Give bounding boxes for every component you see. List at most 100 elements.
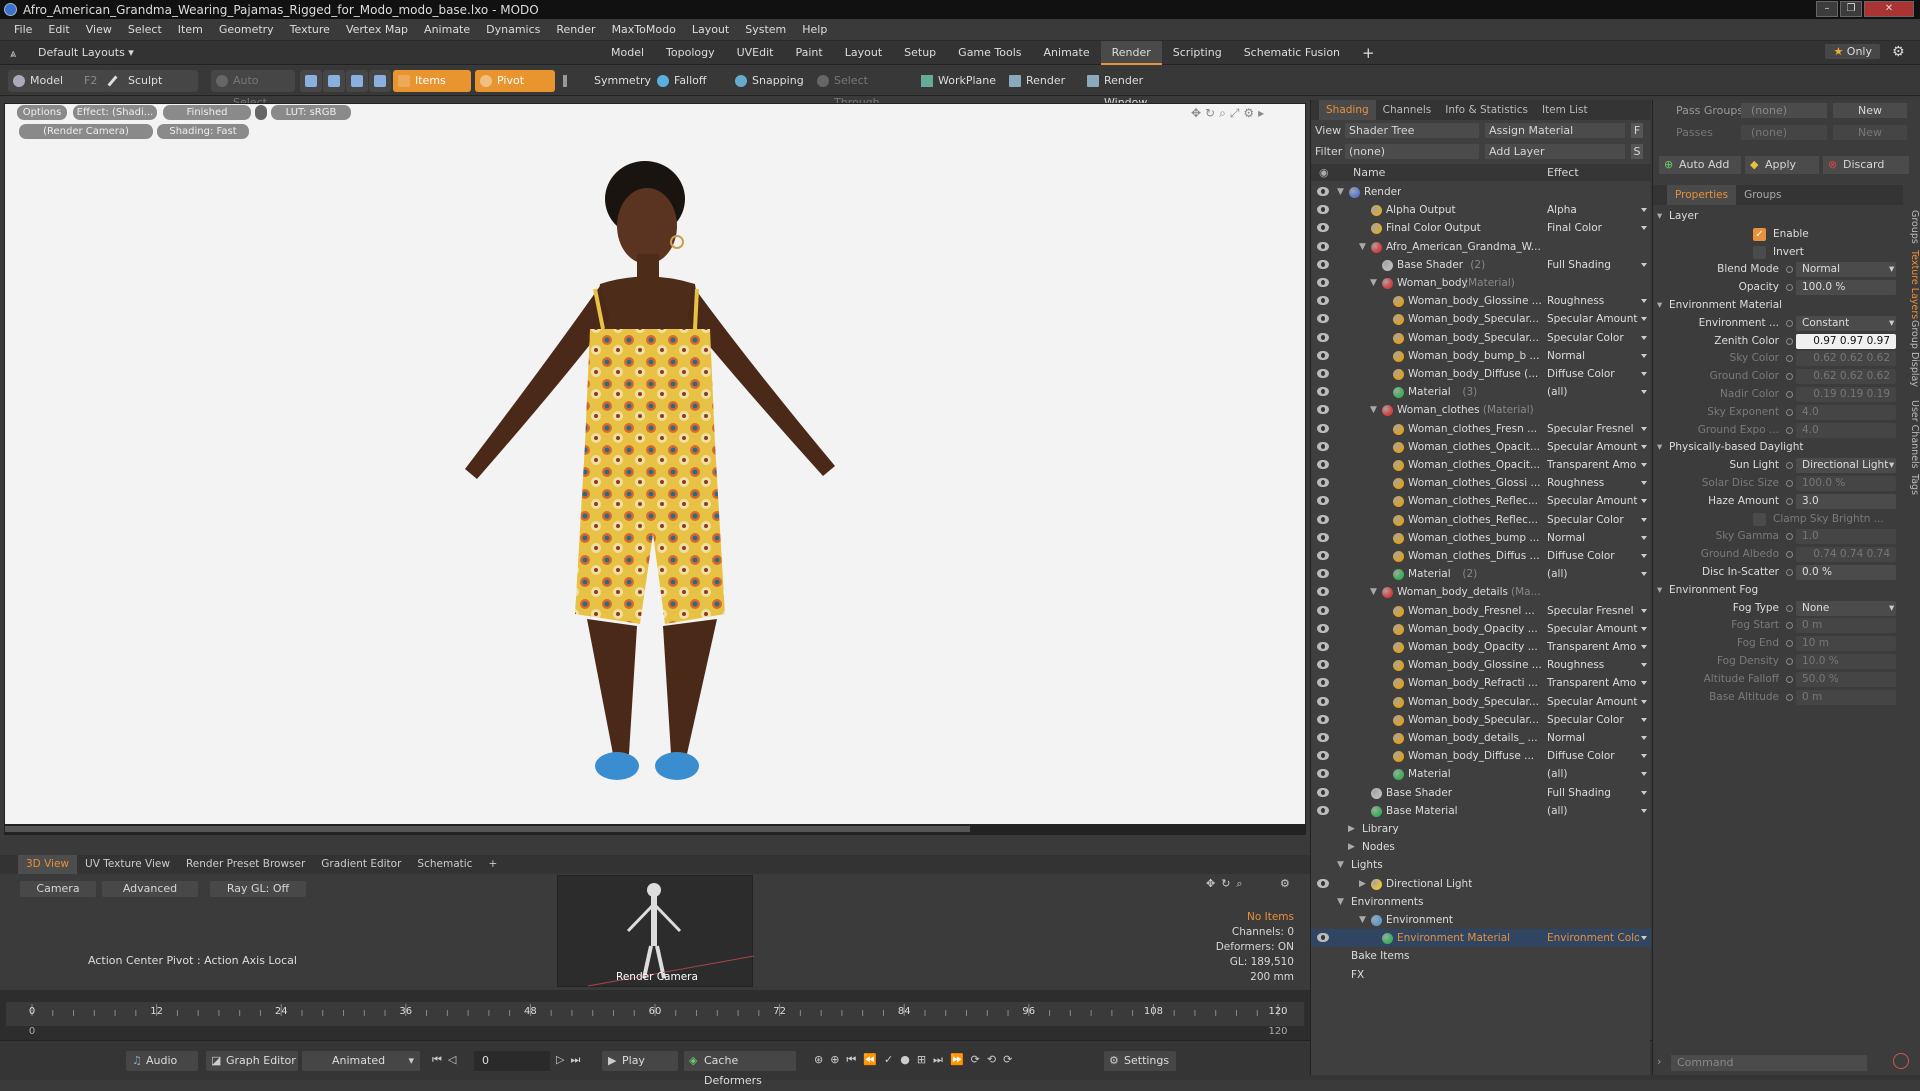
visibility-eye-icon[interactable] (1317, 733, 1329, 742)
auto-add-button[interactable]: ⊕ Auto Add (1659, 156, 1741, 174)
menu-item[interactable]: Animate (416, 23, 478, 36)
tab-paint[interactable]: Paint (785, 41, 834, 65)
shader-tree-row[interactable]: ▼ Render (1311, 183, 1651, 201)
property-value[interactable]: 0.74 0.74 0.74 (1796, 547, 1896, 563)
effect-dropdown-icon[interactable] (1641, 426, 1647, 431)
layer-effect[interactable]: Transparent Amo (1547, 456, 1639, 474)
animate-dot-icon[interactable] (1786, 266, 1793, 274)
effect-dropdown-icon[interactable] (1641, 262, 1647, 267)
property-value[interactable]: Directional Light (1796, 458, 1896, 474)
effect-dropdown-icon[interactable] (1641, 626, 1647, 631)
property-value[interactable]: 0.19 0.19 0.19 (1796, 387, 1896, 402)
assign-material-button[interactable]: Assign Material (1485, 123, 1625, 138)
shader-tree-row[interactable]: ▼ Environment (1311, 911, 1651, 929)
property-value[interactable]: 10.0 % (1796, 654, 1896, 669)
shader-tree-row[interactable]: Woman_body_Opacity ... Transparent Amo (1311, 638, 1651, 656)
select-through-button[interactable]: Select Through (812, 70, 908, 109)
layer-effect[interactable]: Specular Color (1547, 329, 1639, 347)
tab-animate[interactable]: Animate (1033, 41, 1101, 65)
effect-dropdown-icon[interactable] (1641, 717, 1647, 722)
cache-deformers-button[interactable]: ◈ Cache Deformers (684, 1051, 796, 1087)
symmetry-button[interactable]: Symmetry (558, 70, 651, 92)
effect-dropdown-icon[interactable] (1641, 608, 1647, 613)
maximize-button[interactable]: ❐ (1840, 1, 1862, 17)
section-arrow-icon[interactable]: ▾ (1657, 208, 1662, 225)
falloff-button[interactable]: Falloff (652, 70, 724, 92)
shader-tree-row[interactable]: Woman_body_Glossine ... Roughness (1311, 656, 1651, 674)
shader-tree-row[interactable]: Woman_clothes_Opacit... Specular Amount (1311, 438, 1651, 456)
menu-item[interactable]: MaxToModo (604, 23, 684, 36)
effect-dropdown-icon[interactable] (1641, 681, 1647, 686)
shader-tree-row[interactable]: Final Color Output Final Color (1311, 219, 1651, 237)
shader-tree-row[interactable]: Base Material (all) (1311, 802, 1651, 820)
effect-dropdown-icon[interactable] (1641, 517, 1647, 522)
property-row[interactable]: Nadir Color 0.19 0.19 0.19 (1653, 386, 1920, 403)
property-value[interactable]: 0.62 0.62 0.62 (1796, 351, 1896, 367)
command-input[interactable]: Command (1671, 1055, 1867, 1071)
property-value[interactable]: 1.0 (1796, 529, 1896, 545)
add-layer-dropdown[interactable]: Add Layer (1485, 144, 1625, 159)
menu-item[interactable]: File (6, 23, 40, 36)
auto-select-button[interactable]: Auto Select (211, 70, 295, 109)
expand-arrow-icon[interactable]: ▼ (1370, 583, 1377, 601)
layer-effect[interactable]: Environment Color (1547, 929, 1639, 947)
animate-dot-icon[interactable] (1786, 426, 1793, 434)
side-tab[interactable]: Tags (1906, 474, 1920, 495)
viewport-nav-icons[interactable]: ✥↻⌕⤢⚙▸ (1191, 106, 1268, 121)
visibility-eye-icon[interactable] (1317, 441, 1329, 451)
filter-dropdown[interactable]: (none) (1345, 144, 1479, 159)
3d-viewport[interactable]: Options Effect: (Shadi... Finished LUT: … (4, 103, 1306, 835)
property-value[interactable]: 0 m (1796, 689, 1896, 705)
layer-effect[interactable]: (all) (1547, 765, 1639, 783)
property-row[interactable]: Fog Density 10.0 % (1653, 653, 1920, 670)
model-button[interactable]: Model F2 (8, 70, 108, 92)
only-toggle[interactable]: ★ Only (1825, 44, 1880, 59)
animate-dot-icon[interactable] (1786, 391, 1793, 398)
effect-dropdown-icon[interactable] (1641, 535, 1647, 540)
layer-effect[interactable]: Specular Amount (1547, 693, 1639, 711)
layer-effect[interactable]: Full Shading (1547, 256, 1639, 274)
tab-topology[interactable]: Topology (655, 41, 726, 65)
visibility-eye-icon[interactable] (1317, 405, 1329, 415)
property-row[interactable]: Clamp Sky Brightn ... (1653, 511, 1920, 528)
animate-dot-icon[interactable] (1786, 693, 1793, 701)
preview-nav-icons[interactable]: ✥↻⌕ (1206, 877, 1249, 891)
layer-effect[interactable]: Specular Color (1547, 711, 1639, 729)
visibility-eye-icon[interactable] (1317, 350, 1329, 360)
layer-effect[interactable]: Diffuse Color (1547, 365, 1639, 383)
effect-dropdown-icon[interactable] (1641, 499, 1647, 504)
render-button[interactable]: Render (1004, 70, 1068, 92)
property-row[interactable]: Fog End 10 m (1653, 635, 1920, 652)
shader-tree-row[interactable]: Environment Material Environment Color (1311, 929, 1651, 948)
shader-tree-row[interactable]: Woman_body_Refracti ... Transparent Amo (1311, 674, 1651, 692)
tab-render[interactable]: Render (1100, 41, 1162, 65)
gear-icon[interactable]: ⚙ (1892, 44, 1905, 60)
checkbox[interactable]: ✓ (1753, 227, 1766, 241)
visibility-eye-icon[interactable] (1317, 751, 1329, 761)
visibility-eye-icon[interactable] (1317, 787, 1329, 797)
shader-tree-row[interactable]: Woman_body_Opacity ... Specular Amount (1311, 620, 1651, 638)
effect-dropdown-icon[interactable] (1641, 772, 1647, 777)
property-row[interactable]: Solar Disc Size 100.0 % (1653, 475, 1920, 492)
workplane-button[interactable]: WorkPlane (916, 70, 996, 92)
side-tab[interactable]: User Channels (1906, 400, 1920, 469)
expand-arrow-icon[interactable]: ▼ (1359, 238, 1366, 256)
visibility-eye-icon[interactable] (1317, 187, 1329, 196)
bottom-tab[interactable]: Render Preset Browser (178, 855, 313, 874)
timeline[interactable]: 0 12 24 36 48 60 72 84 96 108 120 0 120 (0, 990, 1310, 1040)
visibility-eye-icon[interactable] (1317, 933, 1329, 943)
shader-tree-row[interactable]: Woman_clothes_Opacit... Transparent Amo (1311, 456, 1651, 474)
property-row[interactable]: Altitude Falloff 50.0 % (1653, 671, 1920, 688)
visibility-eye-icon[interactable] (1317, 805, 1329, 815)
render-camera-button[interactable]: (Render Camera) (19, 124, 153, 139)
pass-groups-dropdown[interactable]: (none) (1741, 103, 1827, 118)
visibility-eye-icon[interactable] (1317, 387, 1329, 397)
animate-dot-icon[interactable] (1786, 319, 1793, 327)
layer-effect[interactable]: Diffuse Color (1547, 747, 1639, 765)
effect-dropdown-icon[interactable] (1641, 390, 1647, 395)
layer-effect[interactable]: Specular Fresnel (1547, 602, 1639, 620)
property-row[interactable]: Haze Amount 3.0 (1653, 493, 1920, 510)
visibility-eye-icon[interactable] (1317, 878, 1329, 888)
menu-item[interactable]: System (737, 23, 794, 36)
shader-tree-row[interactable]: Woman_body_details_ ... Normal (1311, 729, 1651, 747)
